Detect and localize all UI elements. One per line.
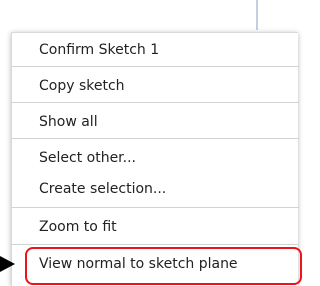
menu-divider: [12, 66, 299, 67]
menu-item-create-selection[interactable]: Create selection...: [12, 175, 299, 203]
menu-item-confirm-sketch[interactable]: Confirm Sketch 1: [12, 36, 299, 64]
menu-divider: [12, 207, 299, 208]
menu-item-show-all[interactable]: Show all: [12, 108, 299, 136]
menu-divider: [12, 244, 299, 245]
menu-divider: [12, 138, 299, 139]
menu-item-select-other[interactable]: Select other...: [12, 144, 299, 172]
menu-item-zoom-to-fit[interactable]: Zoom to fit: [12, 213, 299, 241]
menu-divider: [12, 102, 299, 103]
highlight-outline: [25, 247, 302, 285]
arrow-right-icon: [0, 256, 15, 272]
menu-item-copy-sketch[interactable]: Copy sketch: [12, 72, 299, 100]
screenshot-canvas: Confirm Sketch 1 Copy sketch Show all Se…: [0, 0, 302, 286]
background-panel-edge: [256, 0, 258, 30]
